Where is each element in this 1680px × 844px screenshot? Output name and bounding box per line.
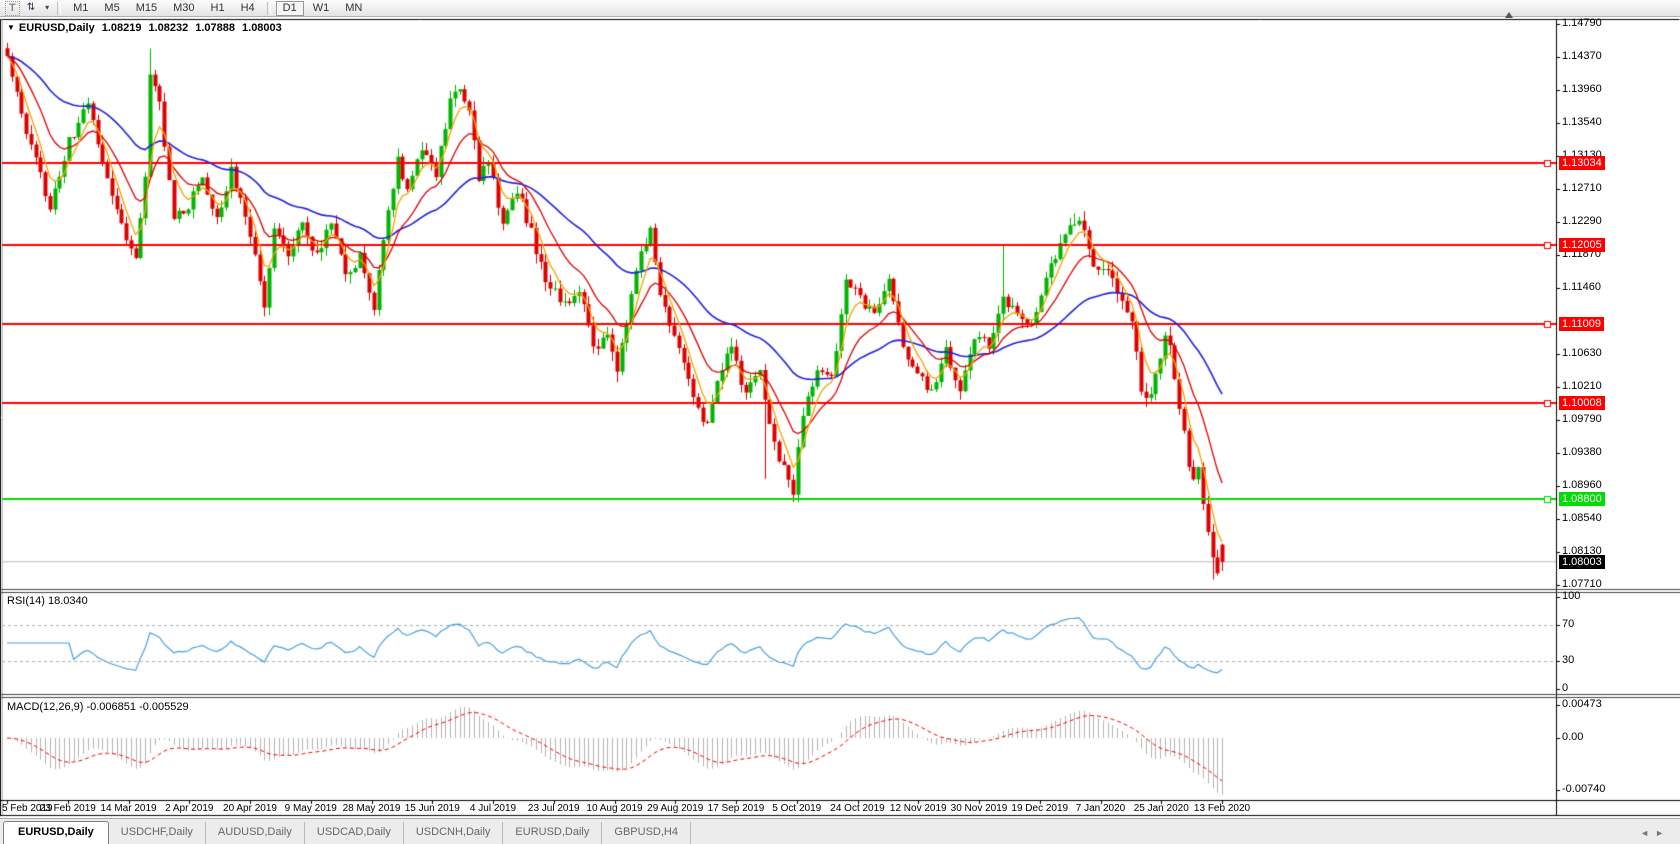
level-price-tag: 1.12005: [1559, 238, 1605, 252]
date-axis-label: 4 Jul 2019: [470, 803, 516, 814]
date-axis-label: 7 Jan 2020: [1076, 803, 1126, 814]
timeframe-button-group: M1M5M15M30H1H4 D1W1MN: [65, 1, 370, 16]
level-price-tag: 1.08800: [1559, 492, 1605, 506]
rsi-indicator-label: RSI(14) 18.0340: [7, 595, 88, 607]
chart-tab-2[interactable]: AUDUSD,Daily: [206, 822, 305, 844]
rsi-axis-label: 70: [1562, 618, 1574, 630]
chart-tabs: EURUSD,DailyUSDCHF,DailyAUDUSD,DailyUSDC…: [0, 821, 691, 844]
cursor-mode-button[interactable]: ⇅: [22, 1, 40, 16]
price-axis-label: 1.09790: [1562, 413, 1602, 425]
date-axis-label: 25 Jan 2020: [1134, 803, 1189, 814]
close-value: 1.08003: [242, 22, 282, 34]
chart-tab-4[interactable]: USDCNH,Daily: [404, 822, 504, 844]
open-value: 1.08219: [102, 22, 142, 34]
crosshair-icon: ⇅: [27, 2, 35, 13]
date-axis-label: 12 Nov 2019: [890, 803, 947, 814]
timeframe-button-m15[interactable]: M15: [129, 1, 164, 16]
price-axis-label: 1.12290: [1562, 215, 1602, 227]
chart-tab-5[interactable]: EURUSD,Daily: [503, 822, 602, 844]
timeframe-button-mn[interactable]: MN: [338, 1, 369, 16]
chart-canvas[interactable]: [0, 0, 1680, 844]
price-axis-label: 1.09380: [1562, 446, 1602, 458]
date-axis-label: 29 Aug 2019: [647, 803, 703, 814]
price-axis-label: 1.13960: [1562, 83, 1602, 95]
rsi-axis-label: 0: [1562, 682, 1568, 694]
high-value: 1.08232: [148, 22, 188, 34]
price-axis-label: 1.11460: [1562, 281, 1601, 293]
chart-shift-marker[interactable]: [1505, 12, 1513, 18]
text-tool-button[interactable]: T: [5, 1, 20, 16]
low-value: 1.07888: [195, 22, 235, 34]
price-axis-label: 1.10210: [1562, 380, 1602, 392]
chart-tab-0[interactable]: EURUSD,Daily: [3, 821, 109, 844]
toolbar: T ⇅ ▾ M1M5M15M30H1H4 D1W1MN: [0, 0, 1680, 17]
macd-axis-label: 0.00473: [1562, 698, 1602, 710]
tab-scroll-left-icon[interactable]: ◄: [1640, 828, 1655, 838]
chart-tab-3[interactable]: USDCAD,Daily: [305, 822, 404, 844]
toolbar-dropdown-button[interactable]: ▾: [42, 1, 52, 16]
timeframe-button-w1[interactable]: W1: [306, 1, 337, 16]
macd-indicator-label: MACD(12,26,9) -0.006851 -0.005529: [7, 701, 189, 713]
date-axis-label: 10 Aug 2019: [586, 803, 642, 814]
rsi-axis-label: 100: [1562, 590, 1580, 602]
macd-axis-label: 0.00: [1562, 731, 1583, 743]
chart-tab-1[interactable]: USDCHF,Daily: [109, 822, 206, 844]
date-axis-label: 17 Sep 2019: [708, 803, 765, 814]
price-axis-label: 1.10630: [1562, 347, 1602, 359]
date-axis-label: 24 Oct 2019: [830, 803, 884, 814]
timeframe-button-d1[interactable]: D1: [276, 1, 304, 16]
level-price-tag: 1.11009: [1559, 317, 1604, 331]
price-axis-label: 1.14790: [1562, 17, 1602, 29]
date-axis-label: 5 Oct 2019: [772, 803, 821, 814]
chevron-down-icon: ▾: [45, 3, 49, 12]
timeframe-button-m1[interactable]: M1: [66, 1, 95, 16]
price-axis-label: 1.07710: [1562, 578, 1602, 590]
rsi-axis-label: 30: [1562, 654, 1574, 666]
chart-title: ▼ EURUSD,Daily 1.08219 1.08232 1.07888 1.0800…: [7, 22, 282, 34]
toolbar-separator: [57, 2, 61, 15]
timeframe-button-m5[interactable]: M5: [97, 1, 126, 16]
macd-axis-label: -0.00740: [1562, 783, 1605, 795]
price-axis-label: 1.13540: [1562, 116, 1602, 128]
price-axis-label: 1.12710: [1562, 182, 1602, 194]
date-axis-label: 28 May 2019: [343, 803, 401, 814]
chart-tab-bar: EURUSD,DailyUSDCHF,DailyAUDUSD,DailyUSDC…: [0, 818, 1680, 844]
timeframe-button-h1[interactable]: H1: [204, 1, 232, 16]
symbol-period-label: EURUSD,Daily: [19, 22, 95, 34]
chart-tab-6[interactable]: GBPUSD,H4: [602, 822, 691, 844]
date-axis-label: 9 May 2019: [285, 803, 337, 814]
level-price-tag: 1.10008: [1559, 396, 1605, 410]
toolbar-separator: [267, 2, 271, 15]
collapse-icon[interactable]: ▼: [7, 23, 15, 32]
date-axis-label: 20 Apr 2019: [223, 803, 277, 814]
date-axis-label: 15 Jun 2019: [405, 803, 460, 814]
price-axis-label: 1.14370: [1562, 50, 1602, 62]
date-axis-label: 23 Feb 2019: [40, 803, 96, 814]
tab-scroll-right-icon[interactable]: ►: [1655, 828, 1670, 838]
date-axis-label: 2 Apr 2019: [165, 803, 213, 814]
date-axis-label: 30 Nov 2019: [951, 803, 1008, 814]
date-axis-label: 14 Mar 2019: [100, 803, 156, 814]
level-price-tag: 1.13034: [1559, 156, 1605, 170]
date-axis-label: 19 Dec 2019: [1011, 803, 1068, 814]
price-axis-label: 1.08540: [1562, 512, 1602, 524]
timeframe-button-m30[interactable]: M30: [166, 1, 201, 16]
date-axis-label: 23 Jul 2019: [528, 803, 580, 814]
date-axis-label: 13 Feb 2020: [1194, 803, 1250, 814]
timeframe-button-h4[interactable]: H4: [234, 1, 262, 16]
current-price-tag: 1.08003: [1559, 555, 1605, 569]
price-axis-label: 1.08960: [1562, 479, 1602, 491]
